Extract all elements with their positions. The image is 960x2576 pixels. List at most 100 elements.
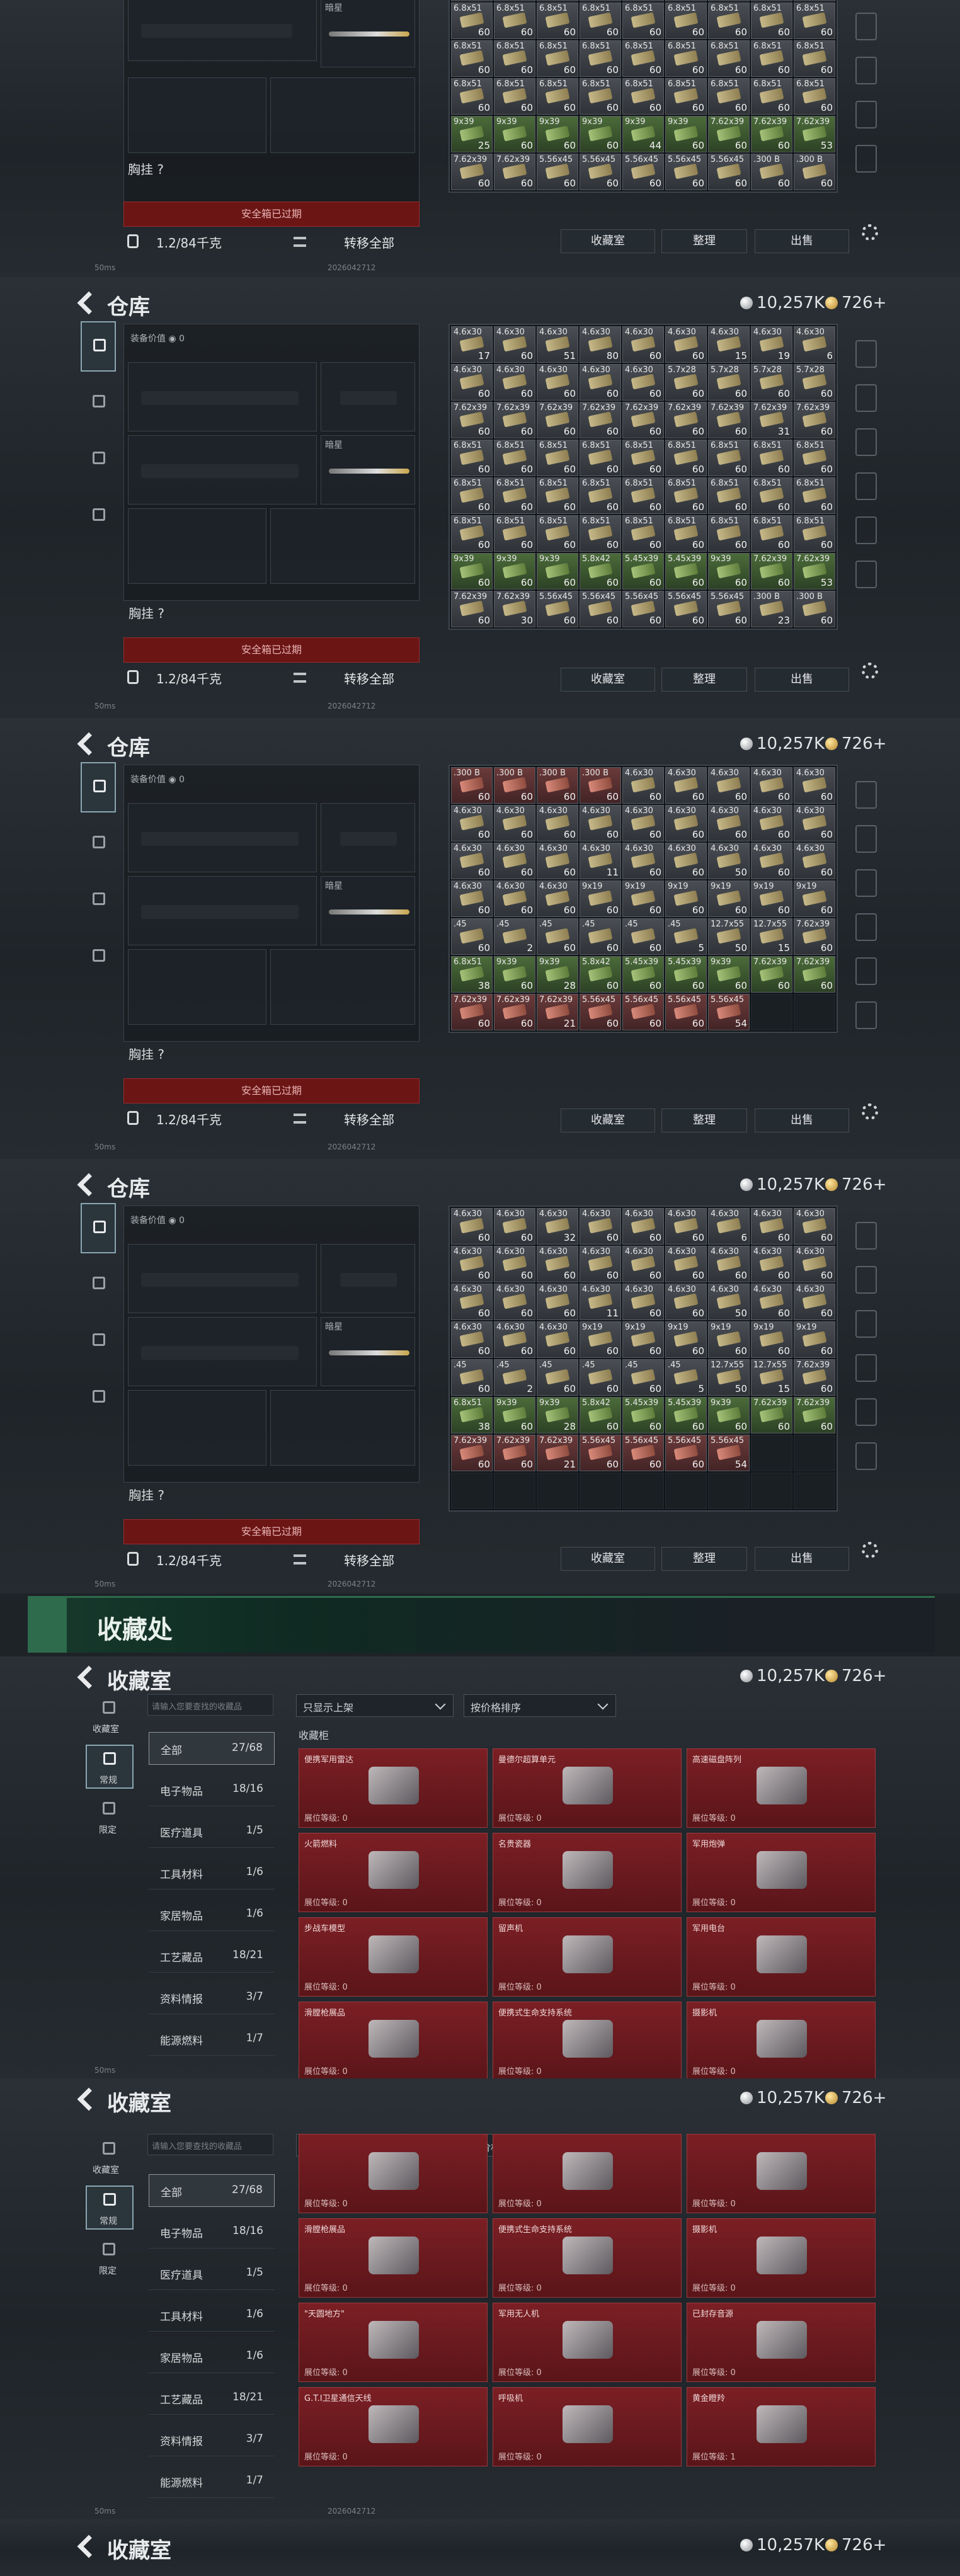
chest-rig-label[interactable]: 胸挂 ? xyxy=(129,1044,164,1063)
ammo-item[interactable]: .45 60 xyxy=(580,1359,621,1396)
lock-icon[interactable] xyxy=(127,670,139,684)
ammo-item[interactable]: 4.6x30 60 xyxy=(537,805,578,841)
ammo-item[interactable]: 4.6x30 60 xyxy=(451,1246,493,1282)
weapon-tab[interactable] xyxy=(81,762,116,812)
list-icon[interactable] xyxy=(294,237,306,247)
ammo-item[interactable]: 4.6x30 60 xyxy=(751,1284,792,1320)
ammo-item[interactable]: 4.6x30 60 xyxy=(665,805,707,841)
ammo-item[interactable]: 7.62x39 60 xyxy=(494,1435,535,1471)
category-item[interactable]: 工艺藏品 18/21 xyxy=(149,2382,275,2415)
ammo-item[interactable]: 4.6x30 60 xyxy=(794,1246,835,1282)
ammo-item[interactable]: 6.8x5160 xyxy=(622,440,664,476)
ammo-item[interactable]: 5.7x28 60 xyxy=(665,364,707,401)
ammo-item[interactable]: 9x19 60 xyxy=(622,881,664,917)
settings-gear-icon[interactable] xyxy=(862,224,878,241)
pistol-slot[interactable] xyxy=(321,1244,415,1313)
bag-tab[interactable] xyxy=(81,1316,116,1367)
collection-card[interactable]: 展位等级: 0 xyxy=(493,2134,682,2213)
ammo-item[interactable]: 6.8x5160 xyxy=(665,0,707,1)
ammo-item[interactable]: 7.62x39 60 xyxy=(537,402,578,438)
ammo-item[interactable]: 6.8x5160 xyxy=(708,40,750,77)
ammo-item[interactable]: 6.8x5160 xyxy=(665,440,707,476)
ammo-item[interactable]: 7.62x39 53 xyxy=(794,116,835,152)
ammo-item[interactable]: 7.62x39 60 xyxy=(751,1397,792,1433)
transfer-all-button[interactable]: 转移全部 xyxy=(344,669,394,687)
ammo-item[interactable]: 5.56x45 60 xyxy=(622,154,664,190)
ammo-item[interactable]: 9x39 60 xyxy=(708,1397,750,1433)
collection-room-button[interactable]: 收藏室 xyxy=(561,1547,655,1571)
ammo-item[interactable]: 4.6x30 60 xyxy=(537,1284,578,1320)
collection-card[interactable]: 军用无人机 展位等级: 0 xyxy=(493,2303,682,2382)
collection-card[interactable]: 名贵瓷器 展位等级: 0 xyxy=(493,1833,682,1912)
category-item[interactable]: 全部 27/68 xyxy=(149,1732,275,1765)
ammo-item[interactable]: 9x39 60 xyxy=(708,956,750,993)
ammo-item[interactable]: 6.8x5160 xyxy=(708,440,750,476)
ammo-item[interactable]: .45 5 xyxy=(665,918,707,955)
ammo-item[interactable]: 4.6x30 60 xyxy=(580,364,621,401)
collection-card[interactable]: 曼德尔超算单元 展位等级: 0 xyxy=(493,1748,682,1828)
ammo-item[interactable]: .300 B 60 xyxy=(580,767,621,804)
ammo-item[interactable]: 4.6x30 60 xyxy=(665,1246,707,1282)
ammo-item[interactable]: 6.8x5160 xyxy=(751,477,792,514)
ammo-item[interactable]: 9x19 60 xyxy=(580,1321,621,1358)
category-item[interactable]: 电子物品 18/16 xyxy=(149,2216,275,2248)
ammo-item[interactable]: 7.62x39 60 xyxy=(708,402,750,438)
lock-icon[interactable] xyxy=(127,1111,139,1125)
category-item[interactable]: 家居物品 1/6 xyxy=(149,1898,275,1931)
ammo-item[interactable]: 7.62x39 60 xyxy=(794,1397,835,1433)
ammo-item[interactable]: 4.6x30 60 xyxy=(622,1246,664,1282)
ammo-item[interactable]: 6.8x5160 xyxy=(537,40,578,77)
ammo-item[interactable]: 5.56x45 60 xyxy=(537,591,578,627)
category-item[interactable]: 家居物品 1/6 xyxy=(149,2340,275,2373)
safebox-expired-bar[interactable]: 安全箱已过期 xyxy=(123,202,420,227)
ammo-item[interactable]: 4.6x30 60 xyxy=(451,1284,493,1320)
ammo-item[interactable]: 5.45x39 60 xyxy=(622,553,664,590)
empty-stash-cell[interactable] xyxy=(451,1473,493,1509)
ammo-item[interactable]: 4.6x30 60 xyxy=(794,805,835,841)
collection-card[interactable]: 便携军用雷达 展位等级: 0 xyxy=(299,1748,488,1828)
ammo-item[interactable]: 4.6x30 60 xyxy=(580,1208,621,1245)
ammo-item[interactable]: 4.6x30 60 xyxy=(451,1208,493,1245)
ammo-item[interactable]: 9x39 25 xyxy=(451,116,493,152)
transfer-all-button[interactable]: 转移全部 xyxy=(344,233,394,251)
ammo-item[interactable]: 5.56x45 60 xyxy=(708,591,750,627)
ammo-item[interactable]: 6.8x5160 xyxy=(494,440,535,476)
empty-stash-cell[interactable] xyxy=(665,1473,707,1509)
ammo-item[interactable]: 6.8x5160 xyxy=(451,3,493,39)
ammo-item[interactable]: 4.6x30 60 xyxy=(494,1321,535,1358)
collection-room-button[interactable]: 收藏室 xyxy=(561,229,655,253)
ammo-item[interactable]: 5.7x28 60 xyxy=(751,364,792,401)
ammo-item[interactable]: 6.8x5160 xyxy=(708,515,750,552)
sort-button[interactable]: 整理 xyxy=(661,1547,747,1571)
ammo-item[interactable]: 9x39 28 xyxy=(537,1397,578,1433)
tab-regular[interactable]: 常规 xyxy=(86,2186,134,2230)
category-item[interactable]: 资料情报 3/7 xyxy=(149,1981,275,2014)
ammo-item[interactable]: 4.6x30 60 xyxy=(622,805,664,841)
ammo-item[interactable]: 4.6x30 60 xyxy=(622,843,664,879)
ammo-item[interactable]: 6.8x5160 xyxy=(580,440,621,476)
helmet-slot[interactable] xyxy=(128,508,266,584)
ammo-item[interactable]: 7.62x39 60 xyxy=(494,402,535,438)
ammo-item[interactable]: 6.8x5160 xyxy=(665,40,707,77)
ammo-item[interactable]: 4.6x30 60 xyxy=(451,881,493,917)
ammo-item[interactable]: 4.6x30 60 xyxy=(451,1321,493,1358)
chest-rig-label[interactable]: 胸挂 ? xyxy=(128,159,164,178)
ammo-item[interactable]: 4.6x30 60 xyxy=(794,1284,835,1320)
secondary-weapon-slot[interactable] xyxy=(128,876,317,945)
ammo-item[interactable]: 6.8x5160 xyxy=(580,477,621,514)
weapon-tab[interactable] xyxy=(81,321,116,372)
ammo-item[interactable]: 6.8x5160 xyxy=(751,3,792,39)
ammo-item[interactable]: 5.56x45 60 xyxy=(665,591,707,627)
ammo-item[interactable]: 6.8x5160 xyxy=(708,0,750,1)
ammo-item[interactable]: 7.62x39 60 xyxy=(794,956,835,993)
ammo-item[interactable]: 9x39 60 xyxy=(494,956,535,993)
armor-slot[interactable] xyxy=(270,949,415,1025)
ammo-item[interactable]: 9x19 60 xyxy=(794,1321,835,1358)
ammo-item[interactable]: .45 60 xyxy=(537,1359,578,1396)
ammo-item[interactable]: 4.6x30 60 xyxy=(494,843,535,879)
collection-card[interactable]: 摄影机 展位等级: 0 xyxy=(687,2218,876,2298)
collection-card[interactable]: 摄影机 展位等级: 0 xyxy=(687,2002,876,2078)
ammo-item[interactable]: 6.8x5160 xyxy=(794,78,835,115)
ammo-item[interactable]: 5.45x39 60 xyxy=(665,1397,707,1433)
back-arrow-icon[interactable] xyxy=(77,2534,101,2558)
